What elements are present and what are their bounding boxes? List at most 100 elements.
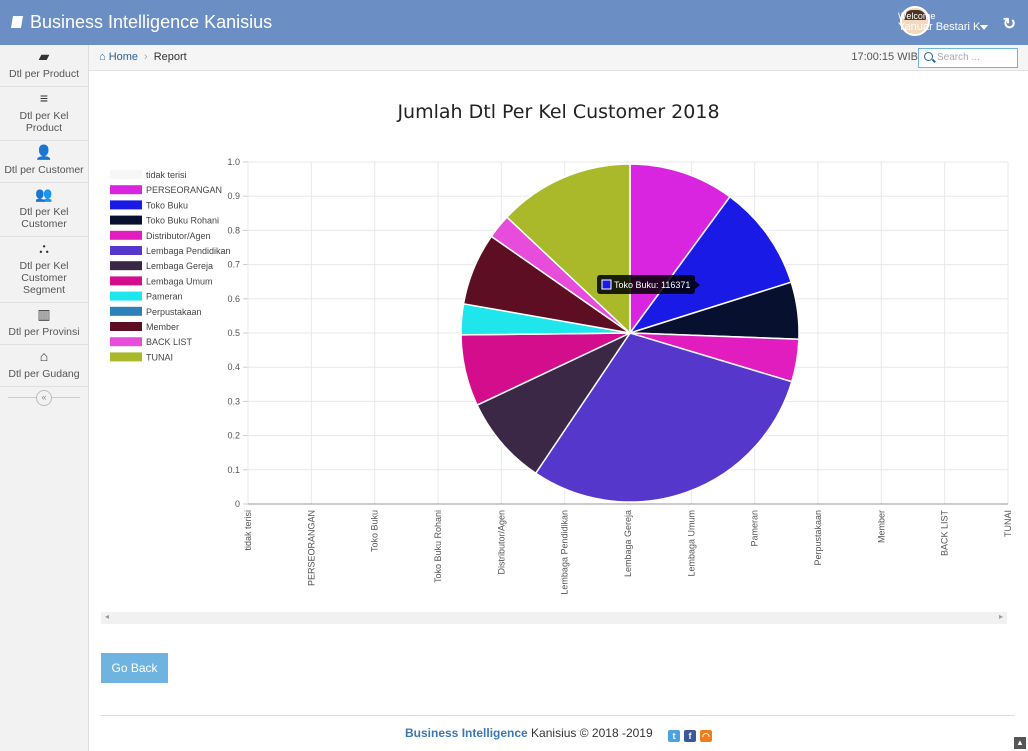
legend-swatch xyxy=(110,276,142,286)
y-tick-label: 0.5 xyxy=(227,328,240,338)
sidebar-item-label: Dtl per Kel Customer Segment xyxy=(19,260,69,296)
user-menu[interactable]: Welcome Yanuar Bestari K xyxy=(898,8,988,38)
footer-divider xyxy=(101,715,1015,716)
sidebar-item-label: Dtl per Gudang xyxy=(8,368,80,380)
breadcrumb-home[interactable]: ⌂ Home xyxy=(99,51,138,63)
sidebar-item-dtl-per-product[interactable]: ▰ Dtl per Product xyxy=(0,45,88,87)
footer: Business Intelligence Kanisius © 2018 -2… xyxy=(89,726,1028,742)
legend-swatch xyxy=(110,322,142,331)
sidebar: ▰ Dtl per Product ≡ Dtl per Kel Product 👤 D… xyxy=(0,45,89,751)
x-tick-label: Perpustakaan xyxy=(813,510,823,566)
users-icon: 👥 xyxy=(35,186,53,202)
y-tick-label: 0.8 xyxy=(227,225,240,235)
top-navbar: Business Intelligence Kanisius Welcome Y… xyxy=(0,0,1028,45)
y-tick-label: 0.6 xyxy=(227,294,240,304)
x-tick-label: Lembaga Umum xyxy=(686,510,696,577)
sidebar-item-dtl-per-kel-product[interactable]: ≡ Dtl per Kel Product xyxy=(0,87,88,141)
sitemap-icon: ⛬ xyxy=(39,240,49,256)
breadcrumb-bar: ⌂ Home › Report 17:00:15 WIB Search ... xyxy=(89,45,1028,71)
legend-label: Lembaga Umum xyxy=(146,276,213,286)
legend-swatch xyxy=(110,291,142,301)
search-placeholder: Search ... xyxy=(937,52,980,63)
chevron-right-icon: › xyxy=(144,51,148,63)
rss-icon[interactable]: ◠ xyxy=(699,730,712,742)
sidebar-item-label: Dtl per Product xyxy=(8,68,80,80)
chart-title: Jumlah Dtl Per Kel Customer 2018 xyxy=(397,101,720,123)
user-name: Yanuar Bestari K xyxy=(898,21,981,33)
tooltip-swatch xyxy=(601,279,612,290)
scroll-right-icon[interactable]: ▸ xyxy=(999,612,1003,621)
list-icon: ≡ xyxy=(39,90,49,106)
x-tick-label: Lembaga Pendidikan xyxy=(560,510,570,595)
search-input[interactable]: Search ... xyxy=(918,48,1018,68)
legend-label: PERSEORANGAN xyxy=(146,185,222,195)
y-tick-label: 1.0 xyxy=(227,157,240,167)
legend-label: Member xyxy=(146,322,179,332)
footer-brand: Business Intelligence xyxy=(405,726,528,740)
facebook-icon[interactable]: f xyxy=(683,730,696,742)
scroll-top-icon[interactable]: ▲ xyxy=(1014,737,1026,749)
map-icon: ▥ xyxy=(37,306,51,322)
home-icon: ⌂ xyxy=(39,348,49,364)
user-icon: 👤 xyxy=(35,144,53,160)
legend-swatch xyxy=(110,306,142,316)
legend-swatch xyxy=(110,337,142,347)
y-tick-label: 0.7 xyxy=(227,260,240,270)
breadcrumb-current: Report xyxy=(153,51,187,63)
sidebar-item-label: Dtl per Kel Product xyxy=(19,110,69,134)
y-tick-label: 0.1 xyxy=(227,465,240,475)
legend-swatch xyxy=(110,185,142,195)
scroll-left-icon[interactable]: ◂ xyxy=(105,612,109,621)
sidebar-item-dtl-per-kel-customer-segment[interactable]: ⛬ Dtl per Kel Customer Segment xyxy=(0,237,88,303)
sidebar-item-label: Dtl per Kel Customer xyxy=(19,206,69,230)
x-tick-label: Toko Buku xyxy=(370,510,380,552)
sidebar-item-dtl-per-provinsi[interactable]: ▥ Dtl per Provinsi xyxy=(0,303,88,345)
legend-label: Lembaga Gereja xyxy=(146,261,213,271)
y-tick-label: 0.2 xyxy=(227,431,240,441)
chevron-down-icon xyxy=(980,25,988,30)
x-tick-label: tidak terisi xyxy=(243,510,253,551)
pie-chart: 1.00.90.80.70.60.50.40.30.20.10tidak ter… xyxy=(110,157,1013,595)
welcome-label: Welcome xyxy=(898,11,936,21)
x-tick-label: Pameran xyxy=(750,510,760,547)
x-tick-label: Lembaga Gereja xyxy=(623,510,633,577)
legend-label: Toko Buku Rohani xyxy=(146,216,219,226)
book-icon: ▰ xyxy=(38,48,50,64)
y-tick-label: 0.3 xyxy=(227,396,240,406)
footer-copyright: Kanisius © 2018 -2019 xyxy=(527,726,653,740)
sidebar-item-dtl-per-customer[interactable]: 👤 Dtl per Customer xyxy=(0,141,88,183)
legend-label: BACK LIST xyxy=(146,337,193,347)
sidebar-item-label: Dtl per Provinsi xyxy=(8,326,80,338)
y-tick-label: 0 xyxy=(235,499,240,509)
legend-swatch xyxy=(110,246,142,255)
legend-swatch xyxy=(110,352,142,362)
legend-label: Lembaga Pendidikan xyxy=(146,246,231,256)
collapse-icon: « xyxy=(36,390,52,406)
sidebar-item-dtl-per-gudang[interactable]: ⌂ Dtl per Gudang xyxy=(0,345,88,387)
legend-label: TUNAI xyxy=(146,352,173,362)
x-tick-label: Member xyxy=(876,510,886,543)
legend-label: tidak terisi xyxy=(146,170,187,180)
sidebar-collapse-toggle[interactable]: « xyxy=(0,387,88,407)
x-tick-label: TUNAI xyxy=(1003,510,1013,537)
twitter-icon[interactable]: t xyxy=(667,730,680,742)
x-tick-label: BACK LIST xyxy=(940,509,950,556)
y-tick-label: 0.4 xyxy=(227,362,240,372)
horizontal-scrollbar[interactable]: ◂ ▸ xyxy=(101,612,1007,624)
legend-swatch xyxy=(110,261,142,271)
legend-label: Perpustakaan xyxy=(146,307,202,317)
app-brand[interactable]: Business Intelligence Kanisius xyxy=(10,12,272,33)
breadcrumb: ⌂ Home › Report xyxy=(99,51,187,63)
sidebar-item-label: Dtl per Customer xyxy=(4,164,84,176)
legend-swatch xyxy=(110,215,142,225)
tooltip-text: Toko Buku: 116371 xyxy=(614,280,690,290)
legend-swatch xyxy=(110,200,142,210)
refresh-icon[interactable]: ↻ xyxy=(1003,14,1016,34)
sidebar-item-dtl-per-kel-customer[interactable]: 👥 Dtl per Kel Customer xyxy=(0,183,88,237)
go-back-button[interactable]: Go Back xyxy=(101,653,168,683)
legend-label: Toko Buku xyxy=(146,200,188,210)
clock: 17:00:15 WIB xyxy=(851,51,918,63)
x-tick-label: Distributor/Agen xyxy=(496,510,506,575)
y-tick-label: 0.9 xyxy=(227,191,240,201)
search-icon xyxy=(924,52,933,61)
